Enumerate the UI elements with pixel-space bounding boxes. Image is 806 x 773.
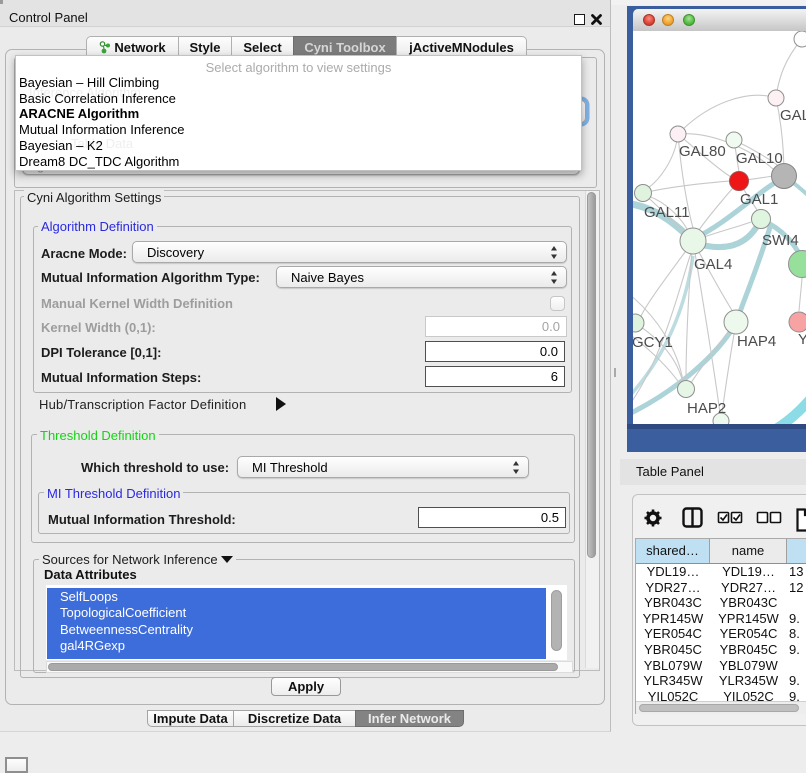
svg-text:HAP4: HAP4 [737, 333, 776, 350]
svg-text:GAL10: GAL10 [736, 150, 783, 167]
svg-text:HAP2: HAP2 [687, 400, 726, 417]
svg-text:YD: YD [798, 331, 806, 348]
svg-text:GCY1: GCY1 [633, 334, 673, 351]
svg-text:GAL4: GAL4 [694, 256, 732, 273]
svg-text:GAL2: GAL2 [780, 107, 806, 124]
svg-text:SWI4: SWI4 [762, 232, 799, 249]
svg-text:GAL1: GAL1 [740, 191, 778, 208]
svg-text:GAL80: GAL80 [679, 143, 726, 160]
svg-text:GAL11: GAL11 [644, 204, 690, 221]
